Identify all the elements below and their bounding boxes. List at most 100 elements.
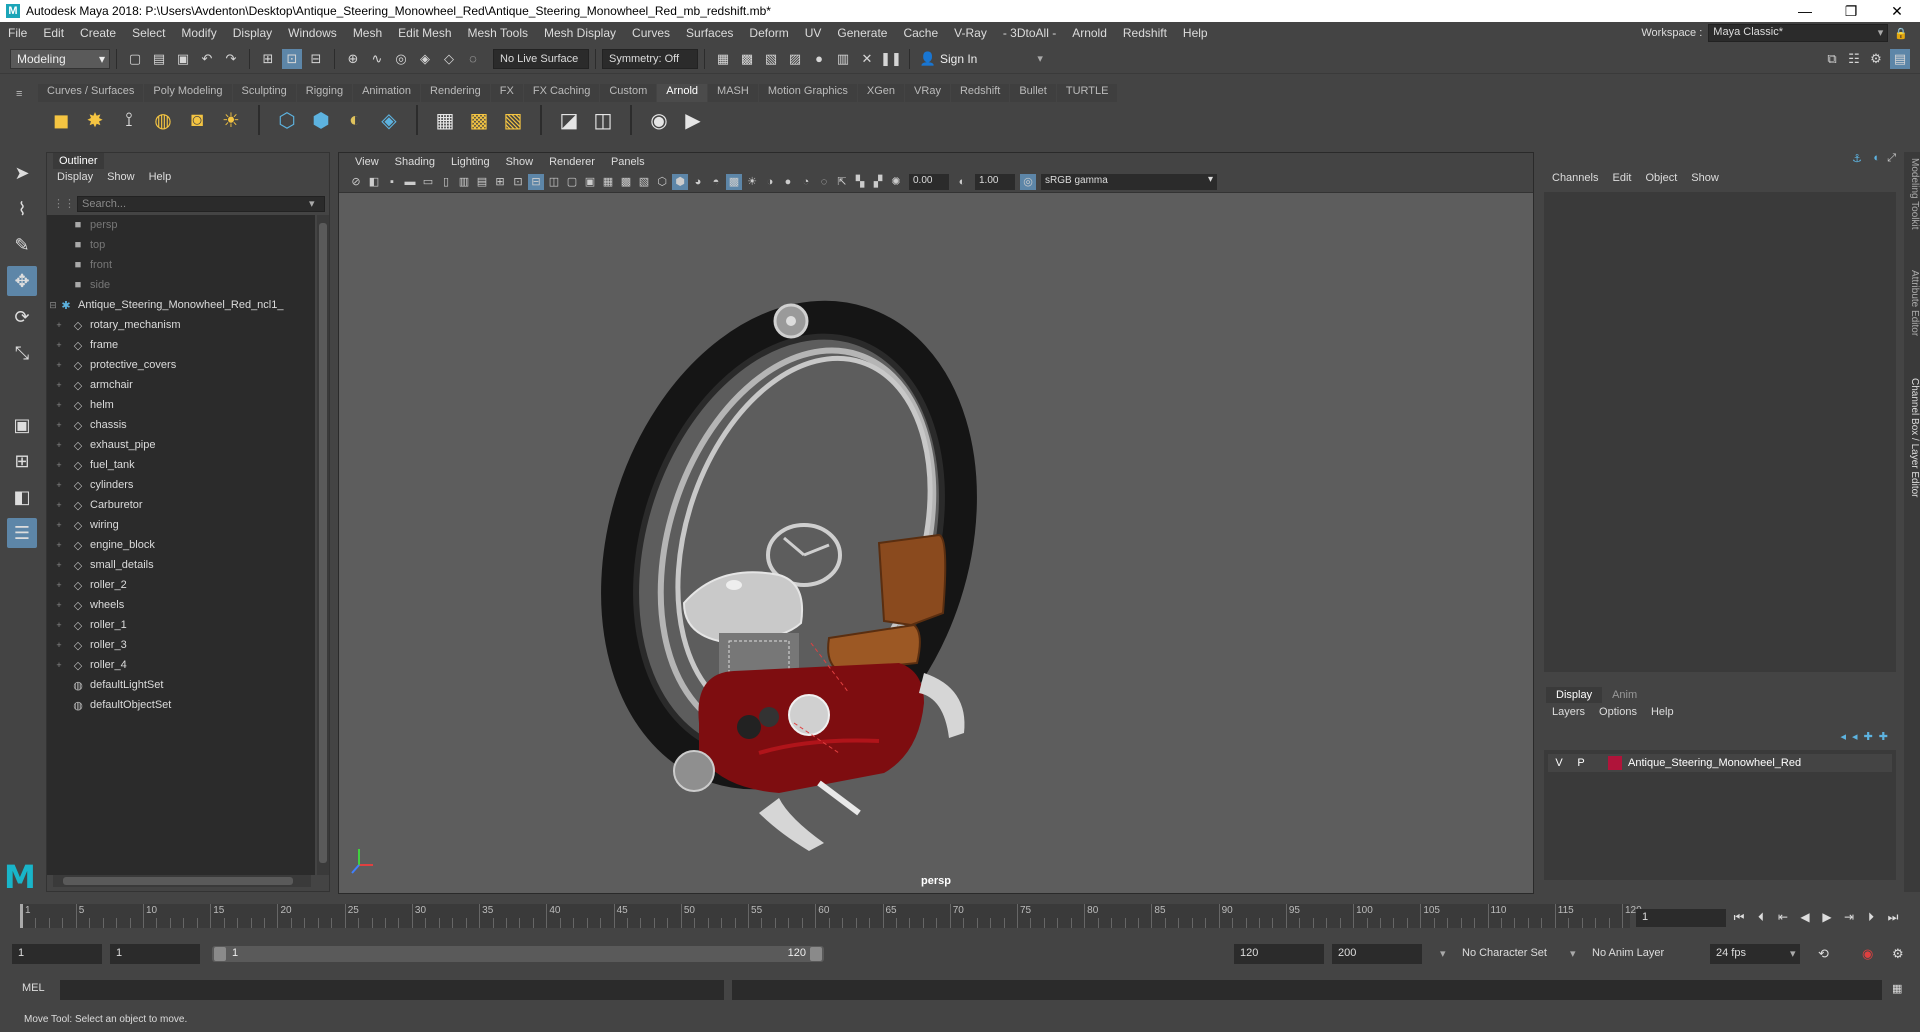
- scale-tool-icon[interactable]: ⤡: [7, 338, 37, 368]
- layer-visibility-toggle[interactable]: V: [1548, 757, 1570, 769]
- redo-icon[interactable]: ↷: [221, 49, 241, 69]
- list-item[interactable]: + ◇ small_details: [47, 555, 315, 575]
- shaded-icon[interactable]: ⬢: [672, 173, 688, 190]
- save-scene-icon[interactable]: ▣: [173, 49, 193, 69]
- step-back-key-icon[interactable]: ⇤: [1774, 907, 1792, 927]
- outliner-search-dropdown-icon[interactable]: ▾: [309, 197, 315, 210]
- list-item[interactable]: ◍ defaultObjectSet: [47, 695, 315, 715]
- maximize-icon[interactable]: ❐: [1828, 0, 1874, 22]
- current-frame-field[interactable]: 1: [1636, 909, 1726, 927]
- pause-icon[interactable]: ❚❚: [880, 49, 902, 69]
- move-layer-up-icon[interactable]: ◂: [1841, 730, 1847, 743]
- scene-end-field[interactable]: 200: [1332, 944, 1422, 964]
- menu-3dtoall[interactable]: - 3DtoAll -: [995, 26, 1064, 40]
- two-sided-lighting-icon[interactable]: ▚: [852, 174, 868, 190]
- menu-mesh-display[interactable]: Mesh Display: [536, 26, 624, 40]
- step-forward-frame-icon[interactable]: ⏵: [1862, 907, 1880, 927]
- shelf-tab-fx[interactable]: FX: [490, 84, 523, 102]
- playback-end-field[interactable]: 120: [1234, 944, 1324, 964]
- sign-in-dropdown-icon[interactable]: ▾: [1037, 52, 1043, 65]
- select-tool-icon[interactable]: ➤: [7, 158, 37, 188]
- side-tab-channel-box[interactable]: Channel Box / Layer Editor: [1904, 378, 1920, 498]
- viewport-menu-show[interactable]: Show: [498, 156, 542, 168]
- hypershade-icon[interactable]: ●: [809, 49, 829, 69]
- menu-file[interactable]: File: [0, 26, 35, 40]
- list-item[interactable]: + ◇ exhaust_pipe: [47, 435, 315, 455]
- standin-icon[interactable]: ⬡: [273, 106, 301, 134]
- rotate-tool-icon[interactable]: ⟳: [7, 302, 37, 332]
- select-camera-icon[interactable]: ⇱: [834, 174, 850, 190]
- layer-menu-options[interactable]: Options: [1599, 706, 1637, 718]
- gamma-icon[interactable]: ◐: [954, 174, 970, 190]
- channel-box-float-icon[interactable]: ⤢: [1887, 152, 1896, 165]
- time-slider[interactable]: 1 5 10 15 20 25 30 35 40 45 50 55 60 65 70 75 80 85 90 95 10…: [0, 900, 1920, 930]
- list-item[interactable]: + ◇ roller_3: [47, 635, 315, 655]
- menu-arnold[interactable]: Arnold: [1064, 26, 1115, 40]
- list-item[interactable]: + ◇ helm: [47, 395, 315, 415]
- snap-point-icon[interactable]: ◎: [391, 49, 411, 69]
- play-backwards-icon[interactable]: ◀: [1796, 907, 1814, 927]
- range-start-handle[interactable]: [214, 947, 226, 961]
- go-to-end-icon[interactable]: ⏭: [1884, 907, 1902, 927]
- multisample-icon[interactable]: ☀: [744, 174, 760, 190]
- ambient-occlusion-icon[interactable]: ◔: [798, 174, 814, 190]
- isolate-select-icon[interactable]: ▧: [636, 174, 652, 190]
- range-slider[interactable]: 1 120: [212, 946, 824, 962]
- shelf-tab-bullet[interactable]: Bullet: [1010, 84, 1056, 102]
- render-frame-icon[interactable]: ▩: [737, 49, 757, 69]
- remove-shader-icon[interactable]: ▧: [499, 106, 527, 134]
- list-item[interactable]: + ◇ wiring: [47, 515, 315, 535]
- camera-attributes-icon[interactable]: ◧: [366, 174, 382, 190]
- anim-prefs-icon[interactable]: ⚙: [1892, 946, 1904, 962]
- shelf-tab-rendering[interactable]: Rendering: [421, 84, 490, 102]
- physical-sky-icon[interactable]: ☀: [217, 106, 245, 134]
- new-empty-layer-icon[interactable]: ✚: [1864, 730, 1873, 743]
- outliner-filter-icon[interactable]: ⋮⋮: [53, 197, 75, 210]
- layer-playback-toggle[interactable]: P: [1570, 757, 1592, 769]
- shelf-tab-xgen[interactable]: XGen: [857, 84, 905, 102]
- menu-create[interactable]: Create: [72, 26, 124, 40]
- bookmark-icon[interactable]: ▪: [384, 174, 400, 190]
- grid-toggle-icon[interactable]: ▭: [420, 174, 436, 190]
- exposure-field[interactable]: 0.00: [909, 173, 949, 190]
- menu-display[interactable]: Display: [225, 26, 280, 40]
- use-all-lights-icon[interactable]: ▩: [618, 174, 634, 190]
- select-hierarchy-icon[interactable]: ⊞: [258, 49, 278, 69]
- film-gate-icon[interactable]: ▯: [438, 174, 454, 190]
- command-language-label[interactable]: MEL: [22, 982, 45, 994]
- lasso-tool-icon[interactable]: ⌇: [7, 194, 37, 224]
- list-item[interactable]: ■ top: [47, 235, 315, 255]
- channel-box-refresh-icon[interactable]: ◐: [1873, 152, 1880, 164]
- display-layer-row[interactable]: V P Antique_Steering_Monowheel_Red: [1548, 754, 1892, 772]
- menu-mesh-tools[interactable]: Mesh Tools: [460, 26, 536, 40]
- shelf-tab-animation[interactable]: Animation: [353, 84, 421, 102]
- layer-editor-tab-display[interactable]: Display: [1546, 687, 1603, 703]
- layer-name[interactable]: Antique_Steering_Monowheel_Red: [1628, 757, 1801, 769]
- collapse-icon[interactable]: ⊟: [47, 300, 59, 311]
- shelf-tab-rigging[interactable]: Rigging: [296, 84, 353, 102]
- workspace-dropdown[interactable]: Maya Classic*: [1708, 24, 1889, 42]
- list-item[interactable]: + ◇ engine_block: [47, 535, 315, 555]
- shelf-tab-motion-graphics[interactable]: Motion Graphics: [758, 84, 857, 102]
- menu-curves[interactable]: Curves: [624, 26, 678, 40]
- channel-box-menu-edit[interactable]: Edit: [1612, 172, 1631, 184]
- outliner-layout-icon[interactable]: ☰: [7, 518, 37, 548]
- shelf-tab-fx-caching[interactable]: FX Caching: [523, 84, 600, 102]
- list-item[interactable]: + ◇ frame: [47, 335, 315, 355]
- tool-settings-toggle-icon[interactable]: ⚙: [1866, 49, 1886, 69]
- menu-mesh[interactable]: Mesh: [345, 26, 390, 40]
- list-item[interactable]: ■ side: [47, 275, 315, 295]
- outliner-menu-display[interactable]: Display: [57, 171, 93, 183]
- new-layer-selected-icon[interactable]: ✚: [1879, 730, 1888, 743]
- menu-help[interactable]: Help: [1175, 26, 1216, 40]
- area-light-icon[interactable]: ◼: [47, 106, 75, 134]
- default-material-icon[interactable]: ▢: [564, 174, 580, 190]
- hud-icon[interactable]: ◌: [816, 174, 832, 190]
- layer-editor-tab-anim[interactable]: Anim: [1602, 687, 1647, 703]
- side-tab-attribute-editor[interactable]: Attribute Editor: [1904, 270, 1920, 336]
- modeling-toolkit-toggle-icon[interactable]: ⧉: [1822, 49, 1842, 69]
- gate-mask-icon[interactable]: ▤: [474, 174, 490, 190]
- current-time-indicator[interactable]: [20, 904, 23, 928]
- channel-box-menu-show[interactable]: Show: [1691, 172, 1719, 184]
- render-settings-icon[interactable]: ▨: [785, 49, 805, 69]
